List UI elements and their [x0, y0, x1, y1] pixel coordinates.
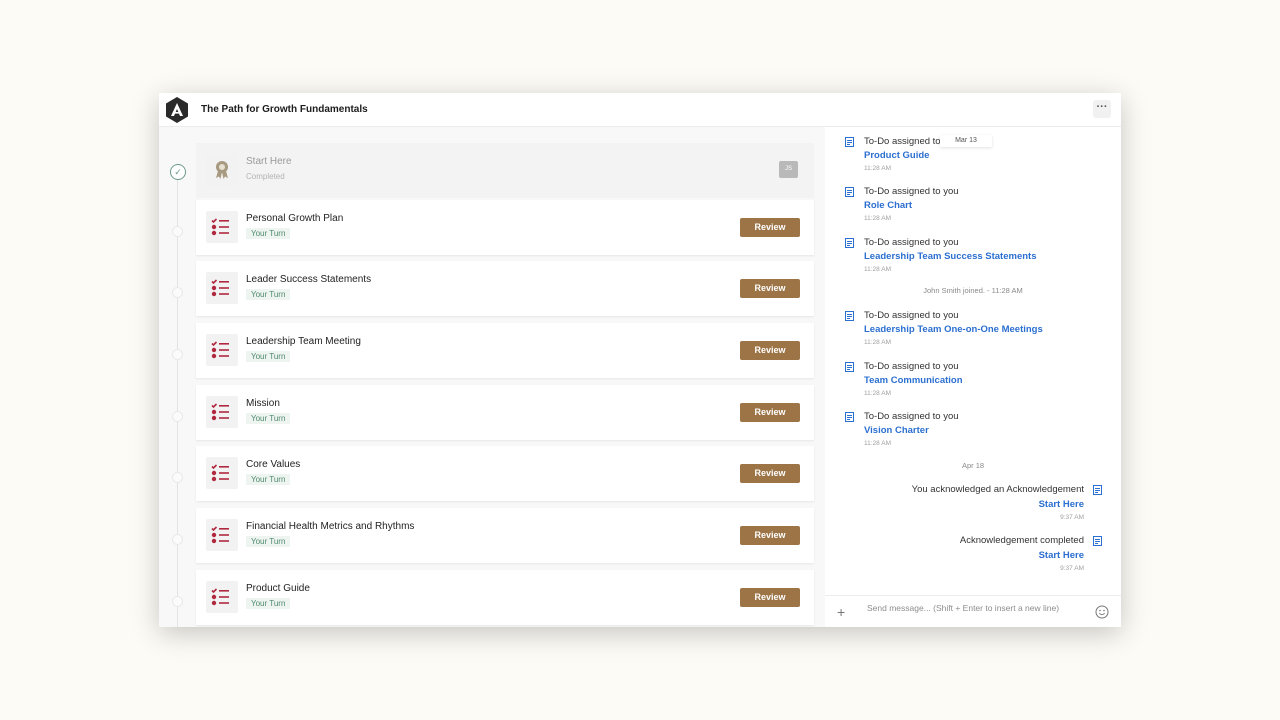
own-activity-item: Acknowledgement completed Start Here 9:3…	[862, 535, 1102, 572]
step-title: Financial Health Metrics and Rhythms	[246, 521, 415, 532]
step-title: Start Here	[246, 156, 292, 167]
step-title: Personal Growth Plan	[246, 213, 344, 224]
award-icon	[206, 154, 238, 186]
step-title: Mission	[246, 398, 280, 409]
checklist-icon	[206, 581, 238, 613]
activity-time: 9:37 AM	[1060, 565, 1084, 572]
activity-time: 11:28 AM	[864, 215, 891, 222]
app-header: The Path for Growth Fundamentals ···	[159, 93, 1121, 127]
activity-text: To-Do assigned to	[864, 136, 941, 147]
date-divider: Mar 13	[940, 135, 992, 147]
activity-link[interactable]: Leadership Team Success Statements	[864, 251, 1036, 262]
journey-step[interactable]: Leader Success Statements Your Turn Revi…	[196, 261, 814, 316]
timeline-dot	[172, 287, 183, 298]
activity-link[interactable]: Vision Charter	[864, 425, 929, 436]
journey-panel: ✓ Start Here Completed JS Personal Growt…	[159, 127, 825, 627]
activity-link[interactable]: Leadership Team One-on-One Meetings	[864, 324, 1043, 335]
checklist-icon	[206, 272, 238, 304]
checklist-icon	[206, 519, 238, 551]
document-icon	[845, 412, 854, 422]
activity-text: To-Do assigned to you	[864, 186, 959, 197]
activity-link[interactable]: Team Communication	[864, 375, 963, 386]
review-button[interactable]: Review	[740, 218, 800, 237]
your-turn-badge: Your Turn	[246, 536, 291, 547]
checklist-icon	[206, 396, 238, 428]
message-input[interactable]	[867, 602, 1083, 626]
checklist-icon	[206, 457, 238, 489]
timeline-dot	[172, 411, 183, 422]
completed-check-icon: ✓	[170, 164, 186, 180]
app-window: The Path for Growth Fundamentals ··· ✓ S…	[159, 93, 1121, 627]
activity-text: To-Do assigned to you	[864, 310, 959, 321]
activity-panel: To-Do assigned to Product Guide 11:28 AM…	[825, 127, 1121, 627]
add-attachment-button[interactable]: +	[837, 604, 845, 620]
step-title: Leader Success Statements	[246, 274, 372, 285]
document-icon	[845, 137, 854, 147]
date-divider: Apr 18	[961, 461, 985, 470]
document-icon	[845, 238, 854, 248]
more-options-button[interactable]: ···	[1093, 100, 1111, 118]
activity-link[interactable]: Role Chart	[864, 200, 912, 211]
message-composer: +	[825, 595, 1121, 627]
timeline-line	[177, 171, 178, 627]
your-turn-badge: Your Turn	[246, 289, 291, 300]
system-message: John Smith joined. - 11:28 AM	[923, 286, 1023, 295]
step-title: Core Values	[246, 459, 301, 470]
your-turn-badge: Your Turn	[246, 228, 291, 239]
your-turn-badge: Your Turn	[246, 413, 291, 424]
activity-time: 11:28 AM	[864, 390, 891, 397]
activity-text: To-Do assigned to you	[864, 237, 959, 248]
activity-text: To-Do assigned to you	[864, 361, 959, 372]
document-icon	[845, 311, 854, 321]
your-turn-badge: Your Turn	[246, 474, 291, 485]
activity-text: You acknowledged an Acknowledgement	[911, 484, 1084, 495]
journey-step-start-here[interactable]: Start Here Completed JS	[196, 143, 814, 198]
checklist-icon	[206, 334, 238, 366]
activity-link[interactable]: Product Guide	[864, 150, 929, 161]
your-turn-badge: Your Turn	[246, 598, 291, 609]
journey-step[interactable]: Product Guide Your Turn Review	[196, 570, 814, 625]
review-button[interactable]: Review	[740, 403, 800, 422]
review-button[interactable]: Review	[740, 341, 800, 360]
checklist-icon	[206, 211, 238, 243]
activity-text: To-Do assigned to you	[864, 411, 959, 422]
journey-step[interactable]: Mission Your Turn Review	[196, 385, 814, 440]
activity-time: 11:28 AM	[864, 165, 891, 172]
journey-step[interactable]: Personal Growth Plan Your Turn Review	[196, 200, 814, 255]
avatar: JS	[779, 161, 798, 178]
review-button[interactable]: Review	[740, 464, 800, 483]
step-title: Product Guide	[246, 583, 310, 594]
activity-link[interactable]: Start Here	[862, 550, 1102, 561]
timeline-dot	[172, 534, 183, 545]
journey-step[interactable]: Financial Health Metrics and Rhythms You…	[196, 508, 814, 563]
page-title: The Path for Growth Fundamentals	[201, 104, 368, 115]
activity-text: Acknowledgement completed	[959, 535, 1084, 546]
activity-time: 11:28 AM	[864, 339, 891, 346]
timeline-dot	[172, 596, 183, 607]
review-button[interactable]: Review	[740, 279, 800, 298]
document-icon	[845, 187, 854, 197]
timeline-dot	[172, 226, 183, 237]
journey-step[interactable]: Leadership Team Meeting Your Turn Review	[196, 323, 814, 378]
document-icon	[1093, 536, 1102, 546]
document-icon	[1093, 485, 1102, 495]
timeline-dot	[172, 349, 183, 360]
own-activity-item: You acknowledged an Acknowledgement Star…	[862, 484, 1102, 521]
review-button[interactable]: Review	[740, 588, 800, 607]
activity-feed: To-Do assigned to Product Guide 11:28 AM…	[825, 127, 1121, 595]
step-status: Completed	[246, 172, 285, 181]
activity-time: 9:37 AM	[1060, 514, 1084, 521]
activity-time: 11:28 AM	[864, 266, 891, 273]
review-button[interactable]: Review	[740, 526, 800, 545]
app-logo-icon	[166, 97, 188, 123]
activity-time: 11:28 AM	[864, 440, 891, 447]
document-icon	[845, 362, 854, 372]
timeline-dot	[172, 472, 183, 483]
activity-link[interactable]: Start Here	[862, 499, 1102, 510]
step-title: Leadership Team Meeting	[246, 336, 361, 347]
emoji-icon[interactable]	[1095, 605, 1109, 619]
your-turn-badge: Your Turn	[246, 351, 291, 362]
journey-step[interactable]: Core Values Your Turn Review	[196, 446, 814, 501]
